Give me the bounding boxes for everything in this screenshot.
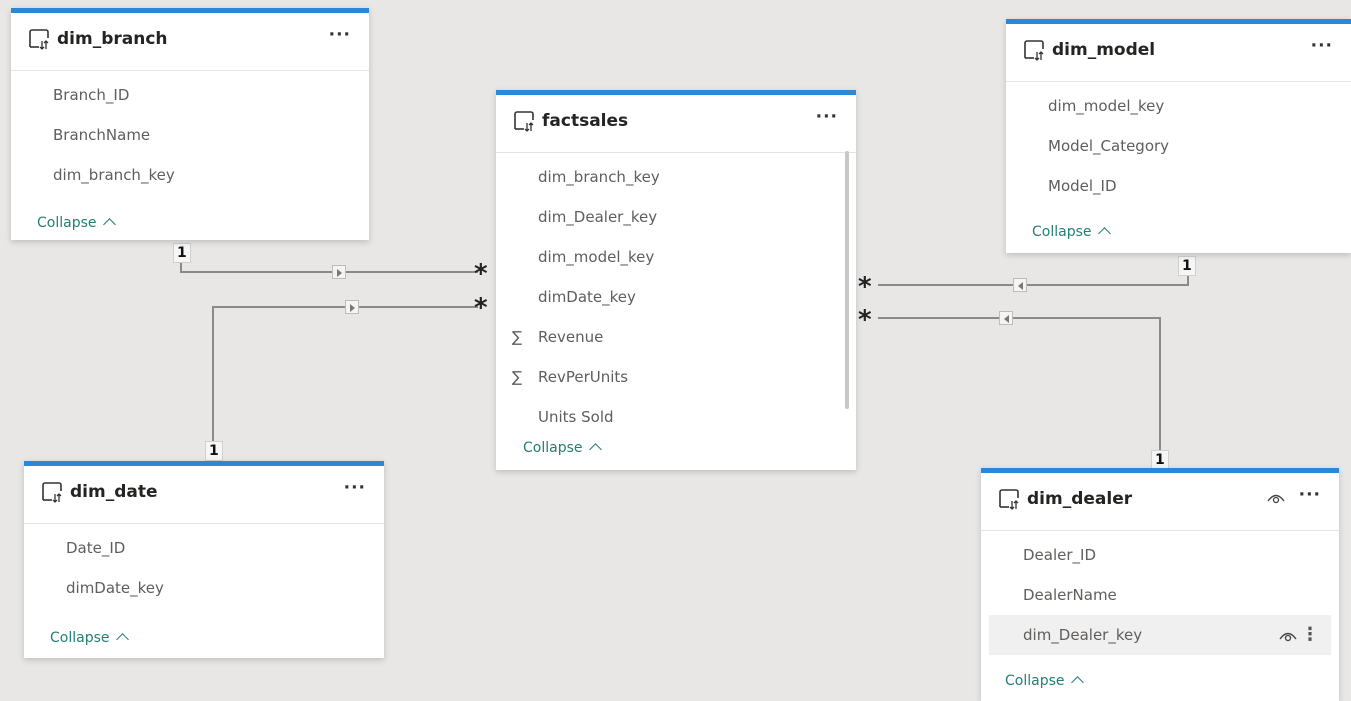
table-card-dim-model[interactable]: dim_model ··· dim_model_key Model_Catego… bbox=[1006, 19, 1351, 253]
field-item[interactable]: Date_ID bbox=[24, 528, 384, 568]
table-icon bbox=[514, 111, 534, 132]
more-options-icon[interactable]: ··· bbox=[816, 107, 838, 127]
field-label: dim_Dealer_key bbox=[1023, 626, 1143, 644]
table-header[interactable]: dim_model ··· bbox=[1006, 24, 1351, 82]
filter-direction-arrow-icon[interactable] bbox=[1013, 278, 1027, 292]
more-options-icon[interactable]: ··· bbox=[344, 478, 366, 498]
field-item[interactable]: dim_Dealer_key bbox=[496, 197, 856, 237]
collapse-label: Collapse bbox=[37, 215, 97, 231]
cardinality-one-dealer: 1 bbox=[1151, 450, 1169, 470]
table-header[interactable]: dim_dealer ··· bbox=[981, 473, 1339, 531]
field-list: dim_model_key Model_Category Model_ID bbox=[1006, 82, 1351, 206]
chevron-up-icon bbox=[588, 443, 602, 456]
chevron-up-icon bbox=[115, 633, 129, 646]
field-item[interactable]: dimDate_key bbox=[496, 277, 856, 317]
filter-direction-arrow-icon[interactable] bbox=[332, 265, 346, 279]
model-view-canvas: 1 * 1 * 1 * 1 * dim_branch ··· Branch_ID… bbox=[0, 0, 1351, 701]
cardinality-one-date: 1 bbox=[205, 441, 223, 461]
relationship-line-branch[interactable] bbox=[180, 258, 478, 273]
relationship-line-model[interactable] bbox=[878, 272, 1189, 286]
field-item[interactable]: Branch_ID bbox=[11, 75, 369, 115]
table-title: dim_dealer bbox=[1027, 489, 1133, 509]
table-header[interactable]: dim_branch ··· bbox=[11, 13, 369, 71]
collapse-label: Collapse bbox=[523, 440, 583, 456]
collapse-button[interactable]: Collapse bbox=[1032, 224, 1111, 240]
cardinality-one-model: 1 bbox=[1178, 256, 1196, 276]
table-title: dim_date bbox=[70, 482, 158, 502]
cardinality-many-dealer: * bbox=[858, 305, 872, 335]
table-icon bbox=[42, 482, 62, 503]
field-list: Date_ID dimDate_key bbox=[24, 524, 384, 608]
collapse-button[interactable]: Collapse bbox=[1005, 673, 1084, 689]
field-list: Branch_ID BranchName dim_branch_key bbox=[11, 71, 369, 195]
field-item[interactable]: BranchName bbox=[11, 115, 369, 155]
more-options-icon[interactable]: ··· bbox=[329, 25, 351, 45]
table-card-dim-dealer[interactable]: dim_dealer ··· Dealer_ID DealerName dim_… bbox=[981, 468, 1339, 701]
chevron-up-icon bbox=[1097, 227, 1111, 240]
more-options-icon[interactable]: ··· bbox=[1299, 485, 1321, 505]
table-icon bbox=[29, 29, 49, 50]
field-item[interactable]: Dealer_ID bbox=[981, 535, 1339, 575]
table-title: factsales bbox=[542, 111, 629, 131]
table-card-dim-branch[interactable]: dim_branch ··· Branch_ID BranchName dim_… bbox=[11, 8, 369, 240]
eye-icon[interactable] bbox=[1279, 629, 1297, 642]
field-label: RevPerUnits bbox=[538, 368, 629, 386]
collapse-label: Collapse bbox=[1032, 224, 1092, 240]
table-icon bbox=[999, 489, 1019, 510]
collapse-button[interactable]: Collapse bbox=[37, 215, 116, 231]
field-item[interactable]: dim_branch_key bbox=[496, 157, 856, 197]
sum-measure-icon: ∑ bbox=[512, 328, 523, 346]
table-card-factsales[interactable]: factsales ··· dim_branch_key dim_Dealer_… bbox=[496, 90, 856, 470]
field-label: Revenue bbox=[538, 328, 604, 346]
filter-direction-arrow-icon[interactable] bbox=[345, 300, 359, 314]
table-icon bbox=[1024, 40, 1044, 61]
sum-measure-icon: ∑ bbox=[512, 368, 523, 386]
field-item[interactable]: Model_Category bbox=[1006, 126, 1351, 166]
field-item[interactable]: dimDate_key bbox=[24, 568, 384, 608]
field-list: dim_branch_key dim_Dealer_key dim_model_… bbox=[496, 153, 856, 437]
collapse-button[interactable]: Collapse bbox=[50, 630, 129, 646]
collapse-label: Collapse bbox=[1005, 673, 1065, 689]
chevron-up-icon bbox=[102, 218, 116, 231]
collapse-label: Collapse bbox=[50, 630, 110, 646]
table-title: dim_model bbox=[1052, 40, 1156, 60]
relationship-line-date[interactable] bbox=[212, 306, 478, 442]
cardinality-many-model: * bbox=[858, 272, 872, 302]
cardinality-many-branch: * bbox=[474, 259, 488, 289]
collapse-button[interactable]: Collapse bbox=[523, 440, 602, 456]
field-list: Dealer_ID DealerName dim_Dealer_key ⋮ bbox=[981, 531, 1339, 655]
chevron-up-icon bbox=[1070, 676, 1084, 689]
relationship-line-dealer[interactable] bbox=[878, 317, 1161, 450]
field-item[interactable]: Model_ID bbox=[1006, 166, 1351, 206]
table-title: dim_branch bbox=[57, 29, 168, 49]
field-item-hovered[interactable]: dim_Dealer_key ⋮ bbox=[989, 615, 1331, 655]
filter-direction-arrow-icon[interactable] bbox=[999, 311, 1013, 325]
table-header[interactable]: factsales ··· bbox=[496, 95, 856, 153]
scrollbar[interactable] bbox=[845, 151, 849, 409]
eye-icon[interactable] bbox=[1267, 491, 1285, 505]
table-header[interactable]: dim_date ··· bbox=[24, 466, 384, 524]
field-item[interactable]: Units Sold bbox=[496, 397, 856, 437]
measure-item-revenue[interactable]: ∑ Revenue bbox=[496, 317, 856, 357]
measure-item-revperunits[interactable]: ∑ RevPerUnits bbox=[496, 357, 856, 397]
field-item[interactable]: dim_branch_key bbox=[11, 155, 369, 195]
field-item[interactable]: dim_model_key bbox=[1006, 86, 1351, 126]
field-item[interactable]: DealerName bbox=[981, 575, 1339, 615]
cardinality-many-date: * bbox=[474, 293, 488, 323]
field-item[interactable]: dim_model_key bbox=[496, 237, 856, 277]
table-card-dim-date[interactable]: dim_date ··· Date_ID dimDate_key Collaps… bbox=[24, 461, 384, 658]
vertical-more-icon[interactable]: ⋮ bbox=[1301, 615, 1319, 655]
cardinality-one-branch: 1 bbox=[173, 243, 191, 263]
more-options-icon[interactable]: ··· bbox=[1311, 36, 1333, 56]
